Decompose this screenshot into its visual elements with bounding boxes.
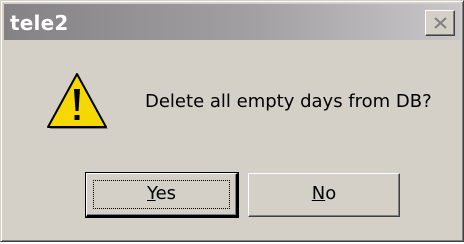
window-title: tele2 [10,11,69,35]
yes-button-label: Yes [147,183,176,204]
no-button[interactable]: No [248,173,400,217]
dialog-message: Delete all empty days from DB? [145,91,432,112]
yes-button[interactable]: Yes [85,172,239,218]
warning-icon [47,73,108,129]
close-button[interactable] [425,10,455,36]
yes-label-rest: es [155,183,177,204]
titlebar[interactable]: tele2 [4,4,460,40]
dialog-window: tele2 Delete all empty days from DB? Yes… [0,0,464,242]
yes-mnemonic: Y [146,183,156,204]
no-mnemonic: N [311,183,326,204]
no-label-rest: o [325,183,337,204]
close-icon [434,17,447,29]
no-button-label: No [312,183,336,204]
